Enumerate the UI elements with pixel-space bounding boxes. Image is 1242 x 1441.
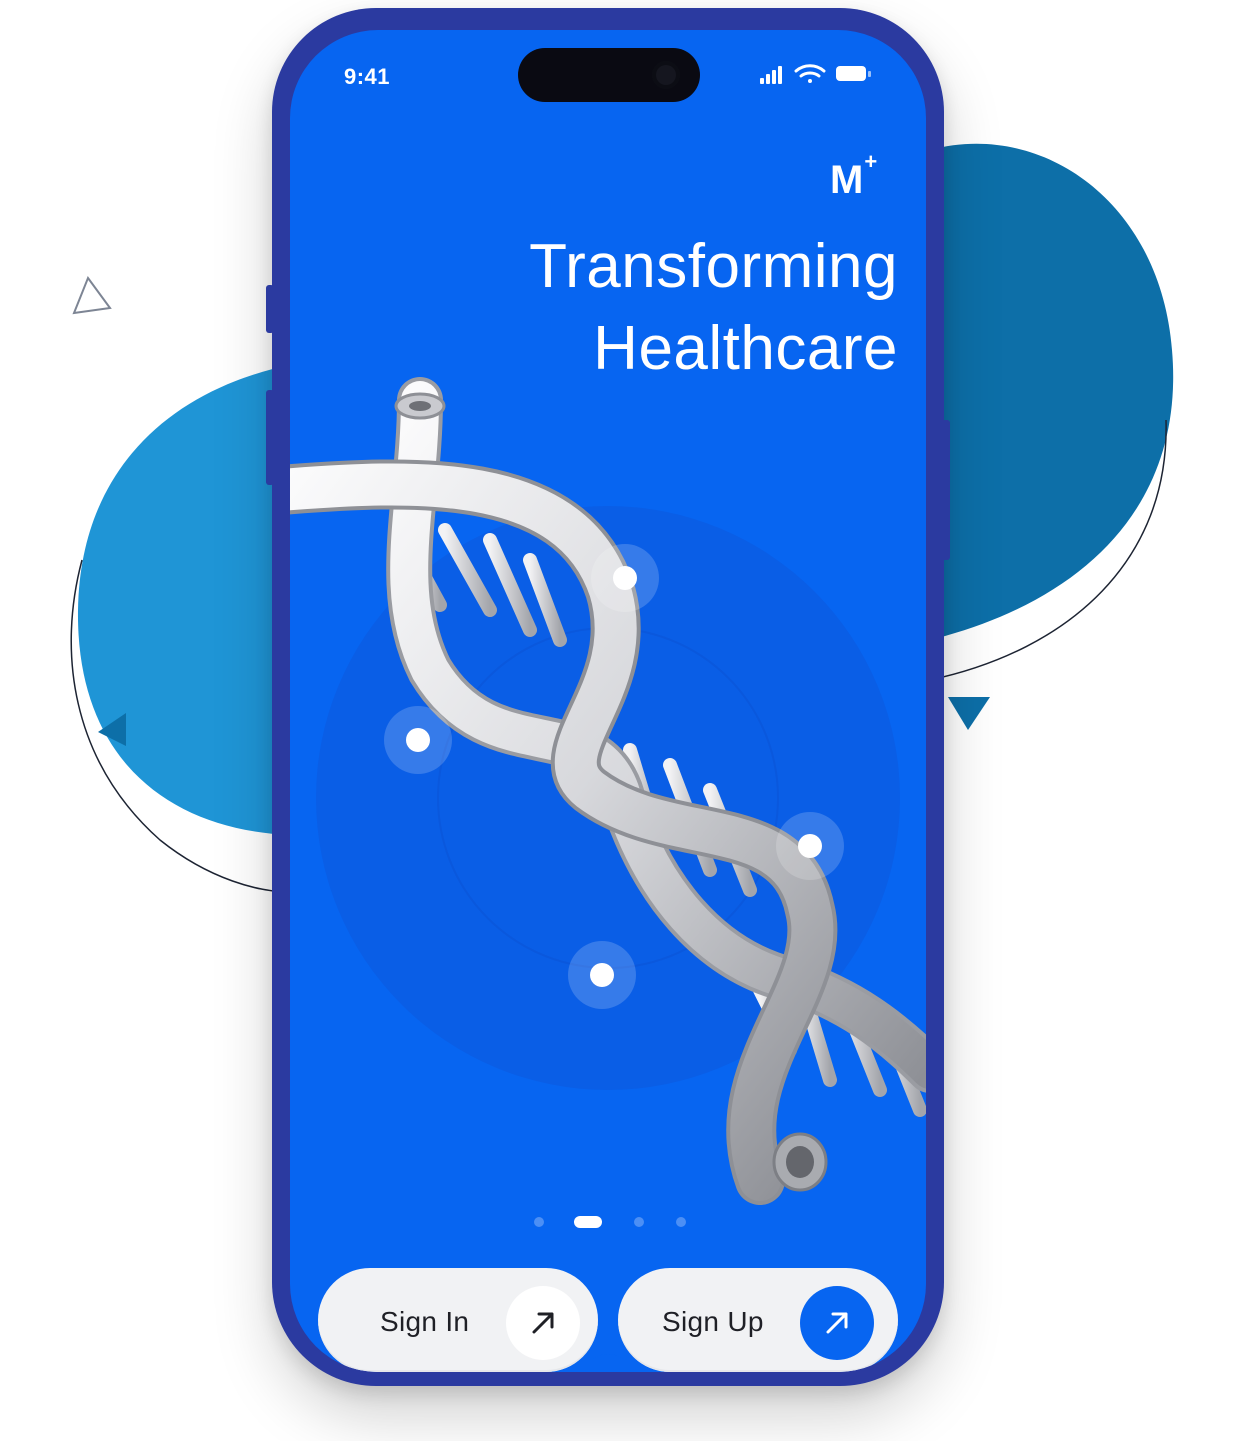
status-time: 9:41 <box>344 64 391 89</box>
right-blob-shape <box>930 143 1174 640</box>
outline-triangle-icon <box>72 275 112 315</box>
auth-actions: Sign In Sign Up <box>318 1268 898 1372</box>
arrow-up-right-icon <box>532 1312 554 1334</box>
hero-line-1: Transforming <box>529 232 898 301</box>
battery-icon <box>836 66 871 81</box>
hero-line-2: Healthcare <box>593 314 898 383</box>
hero-headline: Transforming Healthcare <box>438 226 898 390</box>
camera-icon <box>652 61 680 89</box>
sign-up-button[interactable]: Sign Up <box>618 1268 898 1372</box>
page-indicator <box>530 1212 690 1232</box>
app-screen: 9:41 M+ Transforming Healthcare Sign In … <box>290 30 926 1372</box>
wifi-icon <box>794 64 826 83</box>
sign-in-label: Sign In <box>380 1306 470 1337</box>
cellular-signal-icon <box>760 66 782 84</box>
sign-in-arrow-button[interactable] <box>506 1286 580 1360</box>
button-connector <box>584 1354 632 1372</box>
phone-side-button <box>266 390 274 485</box>
sign-in-button[interactable]: Sign In <box>318 1268 598 1372</box>
page-dot[interactable] <box>634 1217 644 1227</box>
phone-side-button <box>942 420 950 560</box>
page-dot[interactable] <box>534 1217 544 1227</box>
page-dot[interactable] <box>676 1217 686 1227</box>
sign-up-arrow-button[interactable] <box>800 1286 874 1360</box>
left-blob-shape <box>77 365 290 835</box>
status-icons <box>760 64 871 84</box>
right-triangle-icon <box>948 697 990 730</box>
dynamic-island <box>518 48 700 102</box>
phone-side-button <box>266 285 274 333</box>
brand-logo: M+ <box>830 148 878 202</box>
arrow-up-right-icon <box>826 1312 848 1334</box>
sign-up-label: Sign Up <box>662 1306 764 1337</box>
page-dot-active[interactable] <box>574 1216 602 1228</box>
